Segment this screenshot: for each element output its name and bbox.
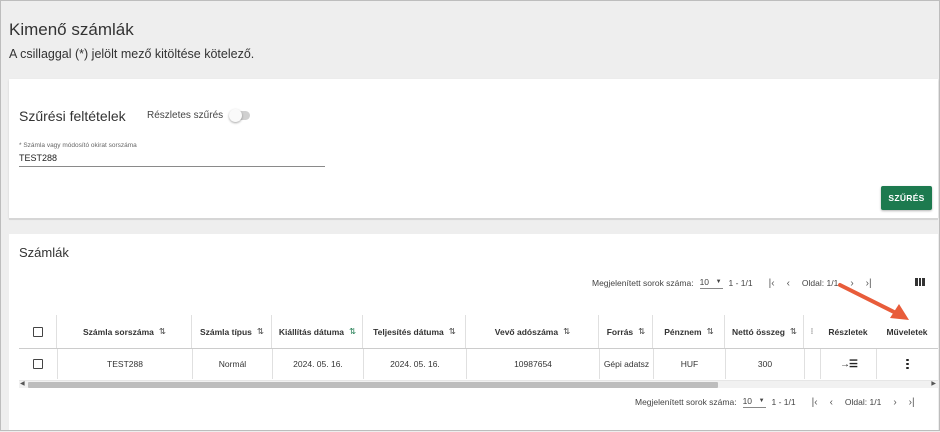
cell-actions — [876, 349, 938, 379]
cell-fulfillment-date: 2024. 05. 16. — [363, 349, 466, 379]
column-label: Pénznem — [664, 326, 702, 337]
page-range: 1 - 1/1 — [728, 278, 753, 288]
sort-icon[interactable]: ⇅ — [159, 326, 166, 337]
sort-icon[interactable]: ⇅ — [563, 326, 570, 337]
cell-source: Gépi adatsz — [599, 349, 653, 379]
sort-icon[interactable]: ⇅ — [638, 326, 645, 337]
select-all-checkbox[interactable] — [32, 326, 43, 337]
cell-buyer-tax-number: 10987654 — [466, 349, 599, 379]
toggle-knob — [229, 108, 242, 122]
page-indicator: Oldal: 1/1 — [844, 397, 882, 407]
column-label: Számla sorszáma — [83, 326, 154, 337]
rows-per-page-label: Megjelenített sorok száma: — [592, 278, 694, 288]
column-header-invoice-type[interactable]: Számla típus ⇅ — [192, 315, 272, 348]
horizontal-scrollbar[interactable]: ◀ ▶ — [19, 380, 938, 388]
column-label: Vevő adószáma — [494, 326, 559, 337]
rows-per-page-value: 10 — [699, 277, 710, 287]
column-header-source[interactable]: Forrás ⇅ — [599, 315, 653, 348]
page-range: 1 - 1/1 — [771, 397, 796, 407]
column-header-issue-date[interactable]: Kiállítás dátuma ⇅ — [272, 315, 363, 348]
column-label: Kiállítás dátuma — [278, 326, 345, 337]
column-label: Számla típus — [199, 326, 252, 337]
first-page-icon[interactable]: |‹ — [769, 278, 775, 289]
table-row[interactable]: TEST288 Normál 2024. 05. 16. 2024. 05. 1… — [19, 349, 938, 379]
next-page-icon[interactable]: › — [893, 397, 896, 408]
column-label: Forrás — [606, 326, 634, 337]
rows-per-page-select[interactable]: 10 ▼ — [742, 396, 766, 408]
first-page-icon[interactable]: |‹ — [812, 397, 818, 408]
sort-icon[interactable]: ⇅ — [449, 326, 456, 337]
filter-title: Szűrési feltételek — [19, 108, 126, 124]
row-select-cell — [19, 349, 57, 379]
scrollbar-thumb[interactable] — [28, 382, 718, 388]
invoices-title: Számlák — [19, 245, 69, 260]
more-actions-icon[interactable] — [906, 358, 909, 370]
column-header-invoice-number[interactable]: Számla sorszáma ⇅ — [57, 315, 192, 348]
chevron-down-icon: ▼ — [715, 279, 722, 285]
cell-invoice-type: Normál — [192, 349, 272, 379]
cell-currency: HUF — [653, 349, 725, 379]
filter-button[interactable]: SZŰRÉS — [881, 186, 932, 210]
last-page-icon[interactable]: ›| — [866, 278, 872, 289]
detailed-filter-toggle[interactable] — [229, 108, 250, 122]
row-checkbox[interactable] — [33, 359, 43, 369]
invoices-card: Számlák Megjelenített sorok száma: 10 ▼ … — [9, 234, 938, 430]
cell-net-amount: 300 — [725, 349, 804, 379]
column-label: Nettó összeg — [731, 326, 785, 337]
last-page-icon[interactable]: ›| — [909, 397, 915, 408]
sort-icon[interactable]: ⇅ — [257, 326, 264, 337]
scroll-left-icon[interactable]: ◀ — [20, 380, 25, 387]
column-label: Műveletek — [886, 326, 928, 337]
page-indicator: Oldal: 1/1 — [801, 278, 839, 288]
column-label: Teljesítés dátuma — [373, 326, 444, 337]
select-all-cell — [19, 315, 57, 348]
rows-per-page-value: 10 — [742, 396, 753, 406]
pagination-bottom: Megjelenített sorok száma: 10 ▼ 1 - 1/1 … — [635, 395, 921, 409]
column-header-details: Részletek — [820, 315, 876, 348]
column-header-currency[interactable]: Pénznem ⇅ — [653, 315, 725, 348]
column-header-actions: Műveletek — [876, 315, 938, 348]
column-label: Részletek — [828, 326, 868, 337]
column-header-net-amount[interactable]: Nettó összeg ⇅ — [725, 315, 804, 348]
columns-icon[interactable] — [915, 278, 926, 286]
pagination-top: Megjelenített sorok száma: 10 ▼ 1 - 1/1 … — [592, 276, 878, 290]
invoice-number-field-label: * Számla vagy módosító okirat sorszáma — [19, 142, 137, 149]
scroll-right-icon[interactable]: ▶ — [931, 380, 936, 387]
table-header: Számla sorszáma ⇅ Számla típus ⇅ Kiállítás… — [19, 315, 938, 349]
cell-issue-date: 2024. 05. 16. — [272, 349, 363, 379]
rows-per-page-label: Megjelenített sorok száma: — [635, 397, 737, 407]
next-page-icon[interactable]: › — [850, 278, 853, 289]
sort-asc-active-icon[interactable]: ⇅ — [349, 326, 356, 337]
invoices-table: Számla sorszáma ⇅ Számla típus ⇅ Kiállítás… — [19, 315, 938, 379]
page-title: Kimenő számlák — [9, 20, 134, 39]
previous-page-icon[interactable]: ‹ — [830, 397, 833, 408]
column-header-buyer-tax-number[interactable]: Vevő adószáma ⇅ — [466, 315, 599, 348]
hidden-column-stub: ⁝ — [810, 326, 814, 336]
cell-hidden-stub — [804, 349, 820, 379]
page-subtitle: A csillaggal (*) jelölt mező kitöltése k… — [9, 47, 255, 61]
rows-per-page-select[interactable]: 10 ▼ — [699, 277, 723, 289]
cell-invoice-number: TEST288 — [57, 349, 192, 379]
open-details-icon[interactable]: →☰ — [840, 359, 858, 370]
detailed-filter-label: Részletes szűrés — [147, 110, 224, 121]
chevron-down-icon: ▼ — [758, 398, 765, 404]
column-header-fulfillment-date[interactable]: Teljesítés dátuma ⇅ — [363, 315, 466, 348]
invoice-number-field[interactable] — [19, 150, 325, 167]
filter-card: Szűrési feltételek Részletes szűrés * Sz… — [9, 79, 938, 220]
previous-page-icon[interactable]: ‹ — [787, 278, 790, 289]
sort-icon[interactable]: ⇅ — [790, 326, 797, 337]
sort-icon[interactable]: ⇅ — [707, 326, 714, 337]
cell-details: →☰ — [820, 349, 876, 379]
